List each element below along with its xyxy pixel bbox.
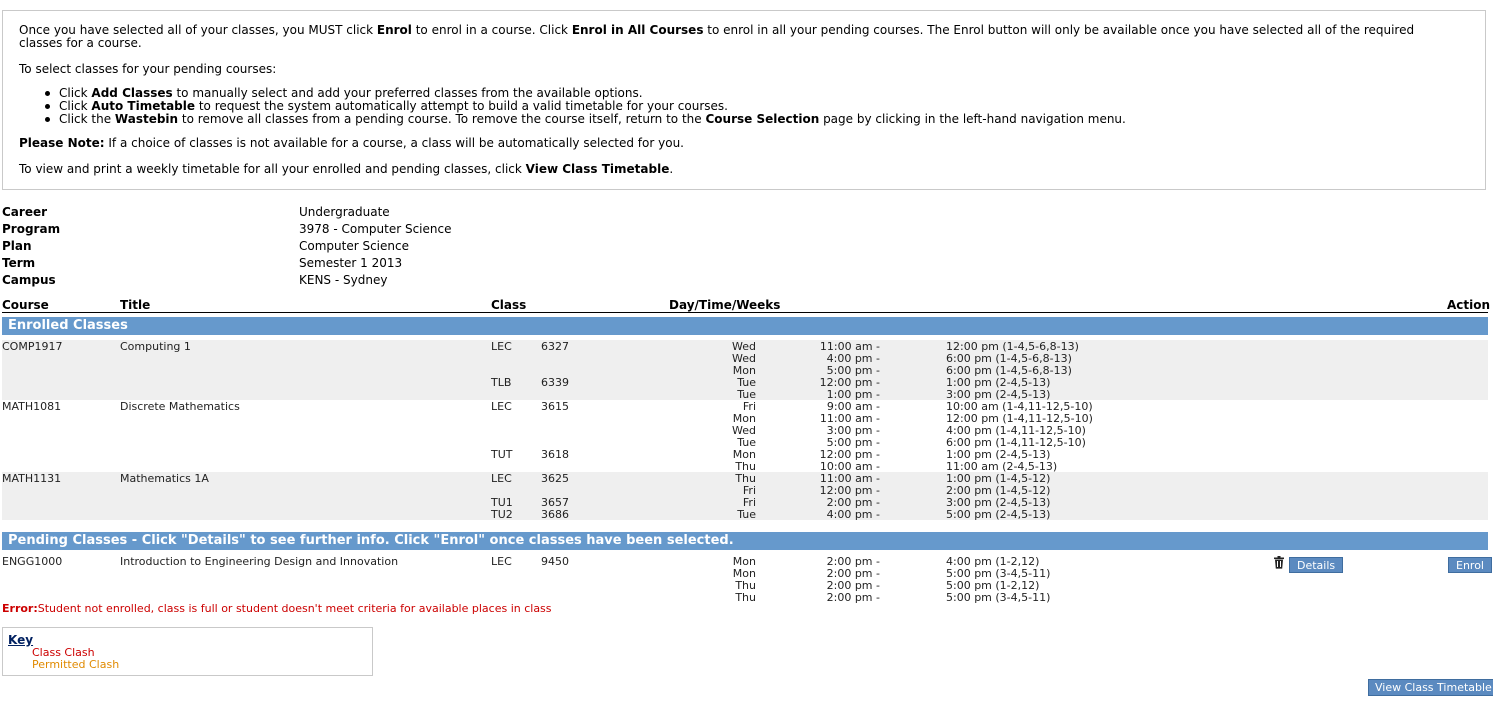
class-number: 3625 — [541, 472, 569, 485]
course-code: COMP1917 — [2, 340, 63, 353]
class-type: TLB — [491, 376, 512, 389]
pending-classes-band: Pending Classes - Click "Details" to see… — [2, 532, 1488, 550]
course-title: Introduction to Engineering Design and I… — [120, 555, 399, 568]
please-note-label: Please Note: — [19, 136, 105, 150]
course-code: MATH1081 — [2, 400, 62, 413]
class-type: LEC — [491, 400, 512, 413]
enrolled-classes-band: Enrolled Classes — [2, 317, 1488, 335]
instructions-panel: Once you have selected all of your class… — [2, 10, 1486, 190]
class-start-time: 2:00 pm - — [826, 591, 880, 604]
detail-label: Campus — [2, 273, 56, 287]
detail-value: KENS - Sydney — [299, 273, 388, 287]
view-timetable-keyword: View Class Timetable — [525, 162, 670, 176]
detail-value: Semester 1 2013 — [299, 256, 403, 270]
class-type: LEC — [491, 472, 512, 485]
class-end-time: 5:00 pm (2-4,5-13) — [946, 508, 1051, 521]
course-title: Computing 1 — [120, 340, 191, 353]
class-number: 3686 — [541, 508, 569, 521]
class-type: TUT — [491, 448, 513, 461]
text-fragment: to manually select and add your preferre… — [172, 86, 643, 100]
text-fragment: to enrol in a course. Click — [411, 23, 572, 37]
text-fragment: Click the — [59, 112, 115, 126]
text-fragment: Click — [59, 99, 92, 113]
column-header-course: Course — [2, 298, 49, 312]
wastebin-icon[interactable] — [1273, 556, 1285, 569]
header-divider — [2, 312, 1488, 313]
column-header-class: Class — [491, 298, 527, 312]
course-title: Mathematics 1A — [120, 472, 209, 485]
auto-timetable-keyword: Auto Timetable — [91, 99, 196, 113]
class-type: TU2 — [491, 508, 513, 521]
text-fragment: Once you have selected all of your class… — [19, 23, 377, 37]
class-number: 9450 — [541, 555, 569, 568]
course-group: ENGG1000 Introduction to Engineering Desi… — [2, 555, 1488, 604]
instructions-enrol-text: Once you have selected all of your class… — [19, 24, 1445, 50]
enrol-keyword: Enrol — [376, 23, 412, 37]
text-fragment: to request the system automatically atte… — [195, 99, 728, 113]
class-type: LEC — [491, 340, 512, 353]
column-header-action: Action — [1447, 298, 1491, 312]
instructions-item: Click the Wastebin to remove all classes… — [43, 113, 1126, 126]
text-fragment: page by clicking in the left-hand naviga… — [819, 112, 1126, 126]
add-classes-keyword: Add Classes — [91, 86, 173, 100]
course-title: Discrete Mathematics — [120, 400, 240, 413]
class-number: 6327 — [541, 340, 569, 353]
key-legend: Key Class Clash Permitted Clash — [2, 627, 373, 676]
key-permitted-clash: Permitted Clash — [32, 658, 120, 671]
text-fragment: . — [669, 162, 674, 176]
error-label: Error: — [2, 602, 38, 615]
class-end-time: 5:00 pm (3-4,5-11) — [946, 591, 1051, 604]
text-fragment: Click — [59, 86, 92, 100]
text-fragment: To view and print a weekly timetable for… — [19, 162, 526, 176]
view-timetable-text: To view and print a weekly timetable for… — [19, 163, 1445, 176]
detail-value: 3978 - Computer Science — [299, 222, 452, 236]
detail-value: Undergraduate — [299, 205, 390, 219]
view-class-timetable-button[interactable]: View Class Timetable — [1368, 679, 1493, 696]
course-code: ENGG1000 — [2, 555, 63, 568]
class-number: 3618 — [541, 448, 569, 461]
text-fragment: to remove all classes from a pending cou… — [178, 112, 706, 126]
please-note-text: Please Note: If a choice of classes is n… — [19, 137, 1445, 150]
class-number: 6339 — [541, 376, 569, 389]
detail-label: Career — [2, 205, 48, 219]
class-start-time: 4:00 pm - — [826, 508, 880, 521]
course-group: MATH1131 Mathematics 1A LEC 3625 Thu 11:00 am… — [2, 472, 1488, 521]
class-day: Thu — [735, 591, 756, 604]
error-text: Student not enrolled, class is full or s… — [37, 602, 552, 615]
text-fragment: If a choice of classes is not available … — [104, 136, 684, 150]
course-code: MATH1131 — [2, 472, 62, 485]
course-group: COMP1917 Computing 1 LEC 6327 Wed 11:00 am -1… — [2, 340, 1488, 401]
key-title: Key — [8, 633, 34, 647]
course-selection-keyword: Course Selection — [705, 112, 820, 126]
class-day: Tue — [737, 508, 756, 521]
column-header-title: Title — [120, 298, 151, 312]
detail-label: Plan — [2, 239, 32, 253]
course-group: MATH1081 Discrete Mathematics LEC 3615 Fri 9:… — [2, 400, 1488, 473]
class-type: LEC — [491, 555, 512, 568]
instructions-list: Click Add Classes to manually select and… — [43, 87, 1126, 126]
detail-label: Program — [2, 222, 61, 236]
instructions-select-text: To select classes for your pending cours… — [19, 62, 277, 76]
column-header-day-time-weeks: Day/Time/Weeks — [669, 298, 781, 312]
details-button[interactable]: Details — [1289, 557, 1344, 573]
wastebin-keyword: Wastebin — [114, 112, 179, 126]
enrol-all-keyword: Enrol in All Courses — [571, 23, 704, 37]
enrol-button[interactable]: Enrol — [1448, 557, 1492, 573]
detail-label: Term — [2, 256, 36, 270]
detail-value: Computer Science — [299, 239, 409, 253]
class-number: 3615 — [541, 400, 569, 413]
error-message: Error:Student not enrolled, class is ful… — [2, 602, 552, 615]
